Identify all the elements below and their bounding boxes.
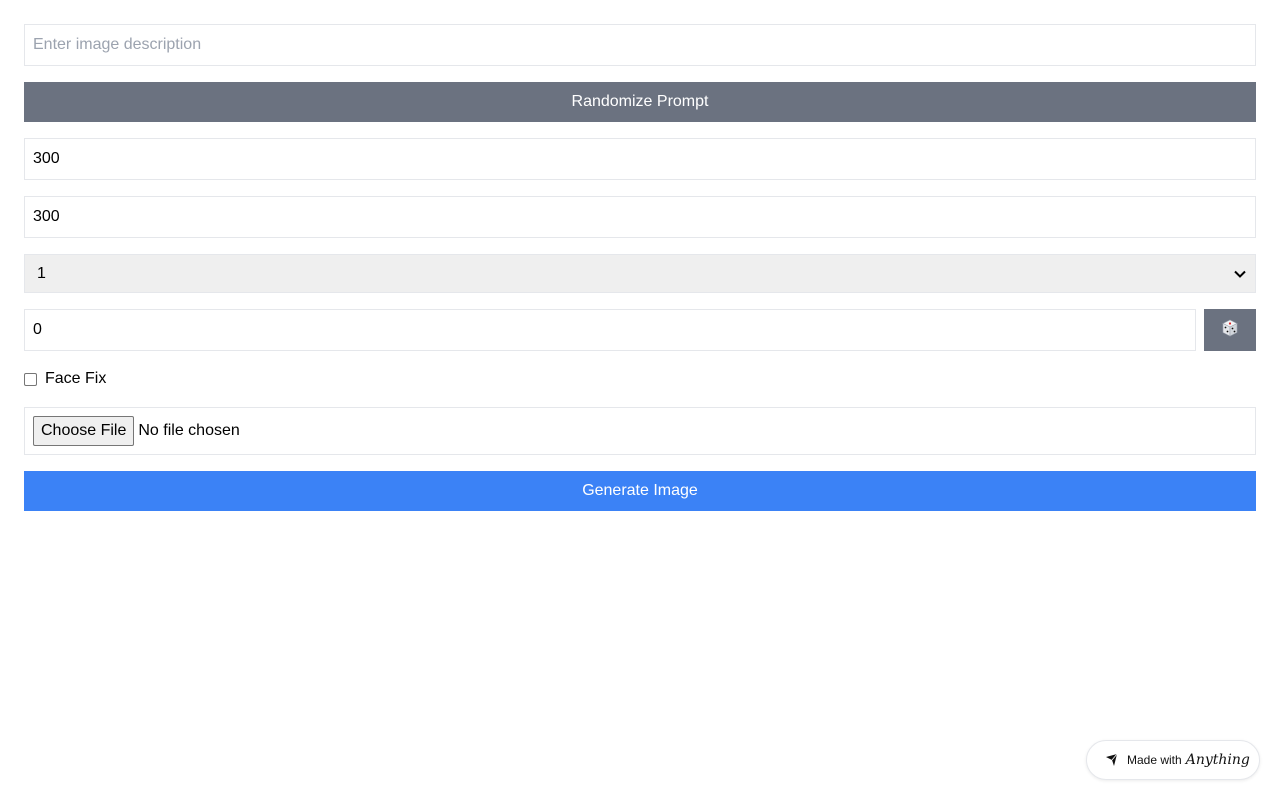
dice-icon bbox=[1221, 319, 1239, 342]
prompt-input[interactable]: Enter image description bbox=[24, 24, 1256, 66]
chevron-down-icon bbox=[1233, 267, 1247, 281]
file-status: No file chosen bbox=[138, 422, 240, 439]
image-count-select[interactable]: 1 bbox=[24, 254, 1256, 293]
height-value: 300 bbox=[33, 208, 60, 225]
randomize-prompt-label: Randomize Prompt bbox=[571, 93, 709, 110]
badge-prefix: Made with bbox=[1127, 753, 1182, 767]
choose-file-button[interactable]: Choose File bbox=[33, 416, 135, 446]
image-count-value: 1 bbox=[37, 264, 46, 282]
badge-brand: Anything bbox=[1185, 752, 1250, 768]
width-value: 300 bbox=[33, 150, 60, 167]
image-generator-form: Enter image description Randomize Prompt… bbox=[24, 24, 1256, 511]
seed-row: 0 bbox=[24, 309, 1256, 351]
width-input[interactable]: 300 bbox=[24, 138, 1256, 180]
generate-image-label: Generate Image bbox=[582, 482, 698, 499]
randomize-prompt-button[interactable]: Randomize Prompt bbox=[24, 82, 1256, 122]
face-fix-row: Face Fix bbox=[24, 367, 1256, 391]
choose-file-label: Choose File bbox=[41, 422, 127, 439]
face-fix-checkbox[interactable] bbox=[24, 372, 37, 386]
prompt-placeholder: Enter image description bbox=[33, 36, 202, 53]
made-with-anything-badge[interactable]: Made with Anything bbox=[1086, 740, 1260, 780]
seed-value: 0 bbox=[33, 321, 42, 338]
random-seed-button[interactable] bbox=[1204, 309, 1256, 351]
face-fix-label: Face Fix bbox=[45, 370, 107, 387]
generate-image-button[interactable]: Generate Image bbox=[24, 471, 1256, 511]
seed-input[interactable]: 0 bbox=[24, 309, 1196, 351]
height-input[interactable]: 300 bbox=[24, 196, 1256, 238]
file-input: Choose File No file chosen bbox=[24, 407, 1256, 455]
anything-logo-icon bbox=[1105, 753, 1119, 767]
